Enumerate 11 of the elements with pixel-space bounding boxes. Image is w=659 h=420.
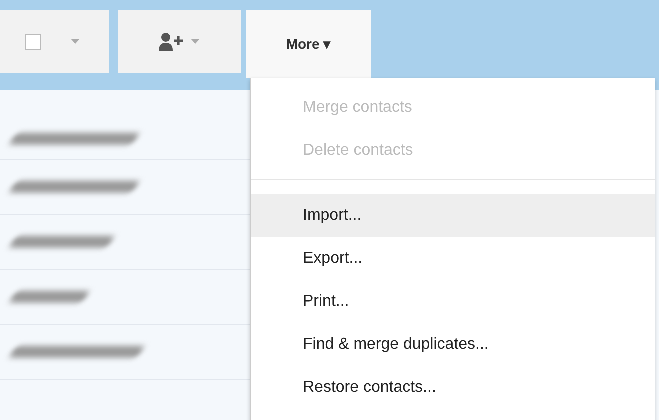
menu-item[interactable]: Import... <box>251 194 655 237</box>
checkbox[interactable] <box>25 34 41 50</box>
add-contact-button[interactable] <box>118 10 241 73</box>
caret-icon <box>71 39 80 44</box>
menu-item[interactable]: Find & merge duplicates... <box>251 323 655 366</box>
menu-item[interactable]: Print... <box>251 280 655 323</box>
caret-icon <box>191 39 200 44</box>
select-button[interactable] <box>0 10 109 73</box>
menu-item[interactable]: Restore contacts... <box>251 366 655 409</box>
more-button[interactable]: More ▾ <box>246 10 371 78</box>
menu-item[interactable]: Export... <box>251 237 655 280</box>
